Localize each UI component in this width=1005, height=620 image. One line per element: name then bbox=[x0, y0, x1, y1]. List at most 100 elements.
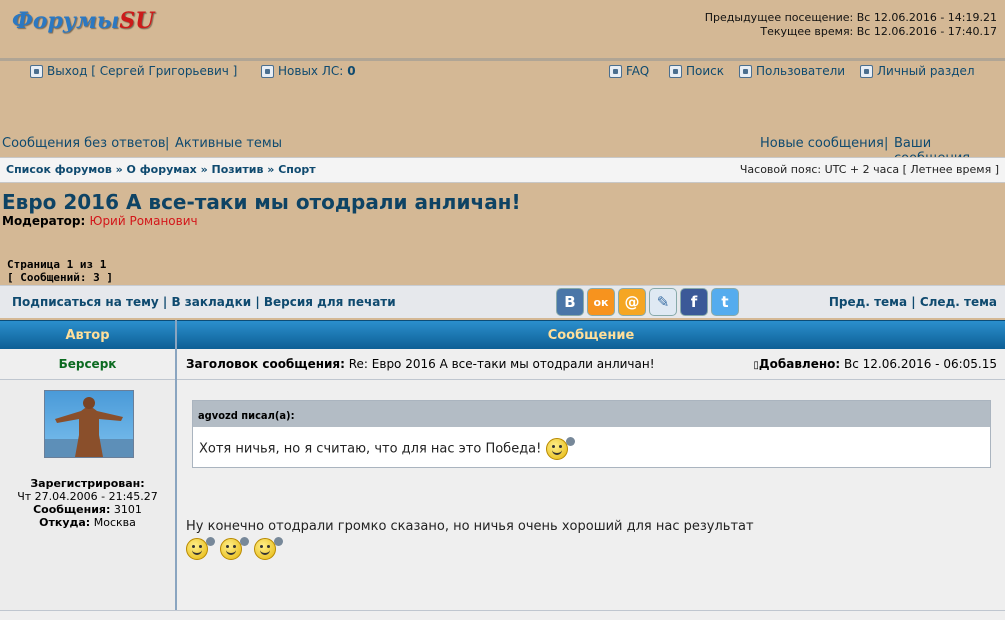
topic-title[interactable]: Евро 2016 А все-таки мы отодрали анличан… bbox=[2, 190, 521, 214]
message-column-header: Сообщение bbox=[177, 320, 1005, 349]
message-text: Ну конечно отодрали громко сказано, но н… bbox=[186, 519, 754, 534]
header-divider bbox=[0, 58, 1005, 61]
prev-visit: Предыдущее посещение: Вс 12.06.2016 - 14… bbox=[704, 11, 997, 24]
search-link[interactable]: Поиск bbox=[669, 64, 724, 78]
added-date: Вс 12.06.2016 - 06:05.15 bbox=[844, 357, 997, 371]
moderator-name[interactable]: Юрий Романович bbox=[89, 214, 197, 228]
unanswered-link[interactable]: Сообщения без ответов bbox=[2, 136, 166, 151]
tw-glyph: t bbox=[721, 293, 729, 311]
lj-glyph: ✎ bbox=[656, 293, 670, 311]
subject-label: Заголовок сообщения: bbox=[186, 357, 345, 371]
moderator-label: Модератор: bbox=[2, 214, 86, 228]
crumb-positive[interactable]: Позитив bbox=[212, 163, 264, 176]
new-posts-link[interactable]: Новые сообщения bbox=[760, 136, 884, 151]
mailru-icon[interactable]: @ bbox=[619, 289, 645, 315]
members-icon bbox=[739, 64, 752, 78]
users-label: Пользователи bbox=[756, 64, 846, 78]
ok-glyph: ок bbox=[593, 295, 609, 309]
author-profile: Зарегистрирован: Чт 27.04.2006 - 21:45.2… bbox=[0, 380, 175, 610]
logo-su: SU bbox=[119, 8, 155, 34]
next-topic-link[interactable]: След. тема bbox=[920, 295, 997, 309]
avatar-image bbox=[45, 397, 133, 457]
post-count: [ Сообщений: 3 ] bbox=[7, 271, 113, 284]
column-divider bbox=[175, 320, 177, 619]
topic-nav: Пред. тема | След. тема bbox=[828, 295, 997, 309]
help-icon bbox=[609, 64, 622, 78]
flower-icon bbox=[274, 537, 283, 546]
page-number: Страница 1 из 1 bbox=[7, 258, 107, 271]
mail-glyph: @ bbox=[624, 293, 640, 311]
logout-label: Выход [ Сергей Григорьевич ] bbox=[47, 64, 238, 78]
subject-text: Re: Евро 2016 А все-таки мы отодрали анл… bbox=[348, 357, 655, 371]
user-icon bbox=[860, 64, 873, 78]
visit-info: Предыдущее посещение: Вс 12.06.2016 - 14… bbox=[705, 11, 997, 39]
topic-actions: Подписаться на тему | В закладки | Верси… bbox=[0, 285, 1005, 318]
profile-details: Зарегистрирован: Чт 27.04.2006 - 21:45.2… bbox=[0, 477, 175, 529]
odnoklassniki-icon[interactable]: ок bbox=[588, 289, 614, 315]
subscribe-link[interactable]: Подписаться на тему bbox=[12, 295, 159, 309]
smile-icon bbox=[220, 537, 249, 560]
from-label: Откуда: bbox=[39, 516, 91, 529]
flower-icon bbox=[565, 437, 575, 446]
flower-icon bbox=[240, 537, 249, 546]
prev-topic-link[interactable]: Пред. тема bbox=[829, 295, 907, 309]
post-author[interactable]: Берсерк bbox=[0, 349, 175, 380]
livejournal-icon[interactable]: ✎ bbox=[650, 289, 676, 315]
logout-icon bbox=[30, 64, 43, 78]
post-subject: Заголовок сообщения: Re: Евро 2016 А все… bbox=[186, 357, 655, 371]
smile-icon bbox=[186, 537, 215, 560]
users-link[interactable]: Пользователи bbox=[739, 64, 845, 78]
fb-glyph: f bbox=[690, 293, 698, 311]
from-location: Москва bbox=[93, 516, 136, 529]
search-icon bbox=[669, 64, 682, 78]
active-topics-link[interactable]: Активные темы bbox=[175, 136, 282, 151]
breadcrumb-trail: Список форумов » О форумах » Позитив » С… bbox=[6, 163, 316, 176]
vk-glyph: В bbox=[564, 293, 576, 311]
page-info: Страница 1 из 1 [ Сообщений: 3 ] bbox=[7, 258, 113, 284]
pm-label: Новых ЛС: bbox=[278, 64, 344, 78]
bookmark-link[interactable]: В закладки bbox=[171, 295, 251, 309]
smiles-row bbox=[186, 537, 283, 560]
post-body: agvozd писал(а): Хотя ничья, но я считаю… bbox=[177, 380, 1005, 610]
profile-link[interactable]: Личный раздел bbox=[860, 64, 975, 78]
crumb-forums[interactable]: Список форумов bbox=[6, 163, 112, 176]
moderator: Модератор: Юрий Романович bbox=[2, 214, 198, 228]
quote-author: agvozd писал(а): bbox=[193, 401, 990, 427]
smile-icon bbox=[545, 437, 575, 460]
top-nav: Выход [ Сергей Григорьевич ] Новых ЛС: 0 … bbox=[0, 62, 1005, 82]
author-column-header: Автор bbox=[0, 320, 175, 349]
print-link[interactable]: Версия для печати bbox=[264, 295, 396, 309]
quote-text: Хотя ничья, но я считаю, что для нас это… bbox=[199, 441, 542, 457]
search-label: Поиск bbox=[686, 64, 725, 78]
avatar bbox=[44, 390, 134, 458]
profile-label: Личный раздел bbox=[877, 64, 975, 78]
registered-label: Зарегистрирован: bbox=[30, 477, 145, 490]
crumb-about[interactable]: О форумах bbox=[127, 163, 197, 176]
post-header: Заголовок сообщения: Re: Евро 2016 А все… bbox=[177, 349, 1005, 380]
site-logo[interactable]: ФорумыSU bbox=[12, 8, 154, 34]
pm-link[interactable]: Новых ЛС: 0 bbox=[261, 64, 356, 78]
added-label: Добавлено: bbox=[758, 357, 841, 371]
inbox-icon bbox=[261, 64, 274, 78]
quote-text-row: Хотя ничья, но я считаю, что для нас это… bbox=[193, 427, 990, 460]
vk-icon[interactable]: В bbox=[557, 289, 583, 315]
faq-link[interactable]: FAQ bbox=[609, 64, 649, 78]
registered-date: Чт 27.04.2006 - 21:45.27 bbox=[17, 490, 158, 503]
breadcrumb: Список форумов » О форумах » Позитив » С… bbox=[0, 157, 1005, 183]
logo-text: Форумы bbox=[12, 8, 120, 34]
quick-links: Сообщения без ответов | Активные темы Но… bbox=[0, 136, 1005, 166]
current-time: Текущее время: Вс 12.06.2016 - 17:40.17 bbox=[760, 25, 997, 38]
logout-link[interactable]: Выход [ Сергей Григорьевич ] bbox=[30, 64, 237, 78]
separator: | bbox=[165, 136, 170, 151]
flower-icon bbox=[206, 537, 215, 546]
facebook-icon[interactable]: f bbox=[681, 289, 707, 315]
quote-block: agvozd писал(а): Хотя ничья, но я считаю… bbox=[192, 400, 991, 468]
posts-label: Сообщения: bbox=[33, 503, 111, 516]
separator: | bbox=[884, 136, 889, 151]
crumb-sport[interactable]: Спорт bbox=[278, 163, 315, 176]
post-date: ▯Добавлено: Вс 12.06.2016 - 06:05.15 bbox=[753, 357, 997, 371]
twitter-icon[interactable]: t bbox=[712, 289, 738, 315]
smile-icon bbox=[254, 537, 283, 560]
pm-count: 0 bbox=[347, 64, 356, 78]
topic-actions-left: Подписаться на тему | В закладки | Верси… bbox=[12, 295, 396, 309]
